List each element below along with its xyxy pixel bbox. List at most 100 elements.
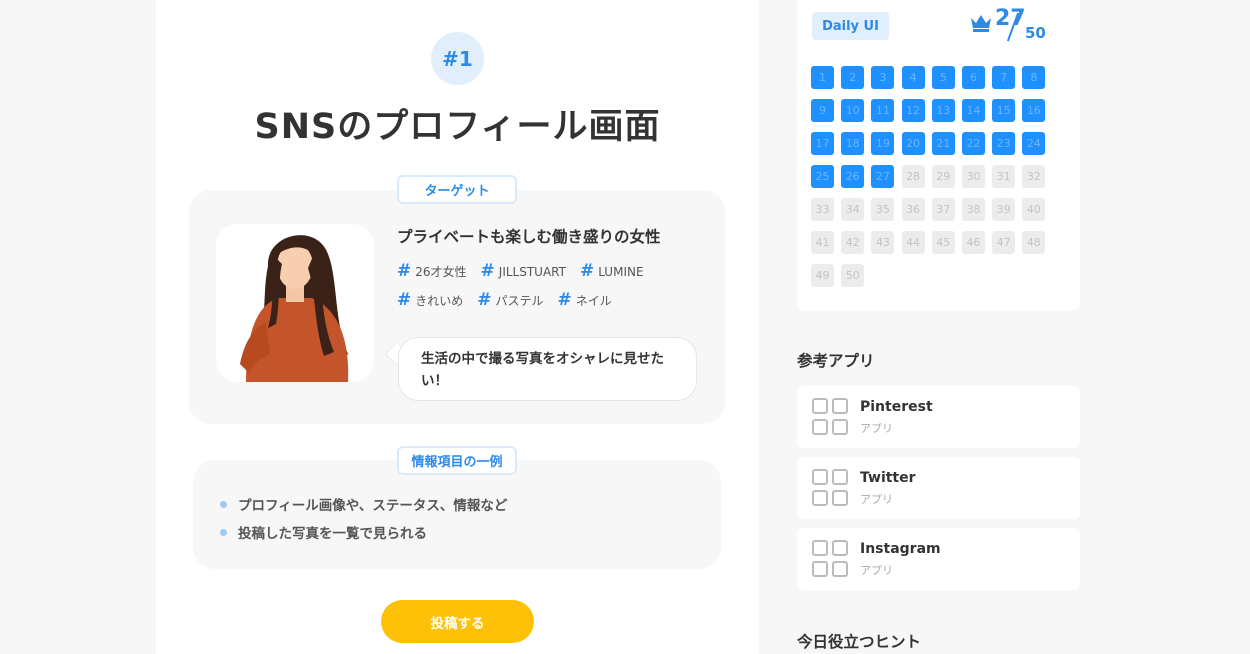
challenge-card: #1 SNSのプロフィール画面 ターゲット プライベートも楽しむ働き盛りの女性 … — [156, 0, 759, 654]
day-cell[interactable]: 22 — [961, 132, 985, 155]
day-cell[interactable]: 31 — [992, 165, 1016, 188]
hashtag: #26才女性 — [397, 263, 467, 280]
day-cell[interactable]: 25 — [811, 165, 834, 188]
day-cell[interactable]: 15 — [992, 99, 1016, 122]
day-cell[interactable]: 46 — [961, 231, 985, 254]
challenge-number-badge: #1 — [431, 32, 484, 85]
hashtag: # パステル — [477, 292, 543, 309]
hashtag-label: LUMINE — [598, 264, 644, 279]
persona-avatar — [216, 224, 374, 382]
day-cell[interactable]: 4 — [901, 66, 925, 89]
day-cell[interactable]: 16 — [1022, 99, 1046, 122]
day-cell[interactable]: 21 — [931, 132, 955, 155]
hashtag: # JILLSTUART — [481, 263, 566, 280]
persona-quote-bubble: 生活の中で撮る写真をオシャレに見せたい！ — [398, 337, 697, 401]
info-panel — [193, 460, 721, 569]
target-heading: プライベートも楽しむ働き盛りの女性 — [397, 228, 661, 246]
day-cell[interactable]: 11 — [871, 99, 895, 122]
day-cell[interactable]: 35 — [871, 198, 895, 221]
app-grid-icon — [812, 469, 850, 507]
day-cell[interactable]: 24 — [1022, 132, 1046, 155]
day-cell[interactable]: 37 — [931, 198, 955, 221]
day-cell[interactable]: 19 — [871, 132, 895, 155]
info-tag: 情報項目の一例 — [397, 446, 517, 475]
bullet-icon — [220, 528, 227, 536]
day-cell[interactable]: 30 — [961, 165, 985, 188]
crown-icon — [971, 15, 991, 32]
daily-ui-tag: Daily UI — [812, 12, 889, 40]
hash-icon: # — [557, 290, 572, 310]
day-cell[interactable]: 40 — [1022, 198, 1046, 221]
hashtag-row: # きれいめ # パステル # ネイル — [397, 292, 612, 309]
day-cell[interactable]: 14 — [961, 99, 985, 122]
progress-card: Daily UI 27 50 1 2 3 4 5 6 7 8 9 10 11 12 13 14 15 16 17… — [797, 0, 1080, 311]
day-cell[interactable]: 34 — [841, 198, 865, 221]
day-cell[interactable]: 9 — [811, 99, 834, 122]
hashtag-row: #26才女性 # JILLSTUART # LUMINE — [397, 263, 644, 280]
app-name: Pinterest — [860, 399, 933, 415]
info-item-label: 投稿した写真を一覧で見られる — [238, 526, 427, 542]
day-cell[interactable]: 1 — [811, 66, 834, 89]
app-type: アプリ — [860, 422, 893, 435]
day-cell[interactable]: 5 — [931, 66, 955, 89]
day-cell[interactable]: 45 — [931, 231, 955, 254]
day-cell[interactable]: 13 — [931, 99, 955, 122]
day-cell[interactable]: 43 — [871, 231, 895, 254]
app-grid-icon — [812, 398, 850, 436]
day-cell[interactable]: 32 — [1022, 165, 1046, 188]
hashtag-label: JILLSTUART — [498, 264, 566, 279]
persona-illustration — [240, 235, 349, 382]
hashtag-label: パステル — [495, 294, 544, 308]
hashtag-label: きれいめ — [415, 294, 464, 308]
day-cell[interactable]: 39 — [992, 198, 1016, 221]
progress-done: 27 — [995, 6, 1026, 31]
day-cell[interactable]: 38 — [961, 198, 985, 221]
tips-heading: 今日役立つヒント — [797, 633, 922, 651]
day-cell[interactable]: 7 — [992, 66, 1016, 89]
day-cell[interactable]: 18 — [841, 132, 865, 155]
day-cell[interactable]: 12 — [901, 99, 925, 122]
hashtag-label: 26才女性 — [415, 265, 467, 279]
day-cell[interactable]: 17 — [811, 132, 834, 155]
post-button[interactable]: 投稿する — [381, 600, 534, 643]
day-cell[interactable]: 26 — [841, 165, 865, 188]
day-cell[interactable]: 8 — [1022, 66, 1046, 89]
app-card-twitter[interactable]: Twitter アプリ — [797, 457, 1080, 519]
hash-icon: # — [579, 261, 595, 281]
day-grid: 1 2 3 4 5 6 7 8 9 10 11 12 13 14 15 16 17 18 19 20 21 22 23 24 2… — [811, 66, 1051, 287]
app-name: Twitter — [860, 470, 916, 486]
day-cell[interactable]: 33 — [811, 198, 834, 221]
target-tag: ターゲット — [397, 175, 517, 204]
day-cell[interactable]: 27 — [871, 165, 895, 188]
hashtag: # ネイル — [558, 292, 612, 309]
app-card-instagram[interactable]: Instagram アプリ — [797, 528, 1080, 590]
hash-icon: # — [397, 290, 412, 310]
day-cell[interactable]: 36 — [901, 198, 925, 221]
day-cell[interactable]: 42 — [841, 231, 865, 254]
day-cell[interactable]: 2 — [841, 66, 865, 89]
day-cell[interactable]: 23 — [992, 132, 1016, 155]
day-cell[interactable]: 3 — [871, 66, 895, 89]
progress-total: 50 — [1025, 24, 1046, 42]
reference-apps-heading: 参考アプリ — [797, 352, 875, 370]
hashtag: # きれいめ — [397, 292, 463, 309]
day-cell[interactable]: 20 — [901, 132, 925, 155]
day-cell[interactable]: 41 — [811, 231, 834, 254]
day-cell[interactable]: 48 — [1022, 231, 1046, 254]
day-cell[interactable]: 10 — [841, 99, 865, 122]
hashtag-label: ネイル — [575, 294, 612, 308]
day-cell[interactable]: 47 — [992, 231, 1016, 254]
app-card-pinterest[interactable]: Pinterest アプリ — [797, 386, 1080, 448]
info-list-item: プロフィール画像や、ステータス、情報など — [220, 494, 507, 514]
page-title: SNSのプロフィール画面 — [254, 107, 661, 147]
app-grid-icon — [812, 540, 850, 578]
day-cell[interactable]: 28 — [901, 165, 925, 188]
hash-icon: # — [477, 290, 492, 310]
day-cell[interactable]: 29 — [931, 165, 955, 188]
bullet-icon — [220, 500, 227, 508]
day-cell[interactable]: 49 — [811, 264, 834, 287]
day-cell[interactable]: 44 — [901, 231, 925, 254]
day-cell[interactable]: 50 — [841, 264, 865, 287]
hash-icon: # — [397, 261, 412, 281]
day-cell[interactable]: 6 — [961, 66, 985, 89]
